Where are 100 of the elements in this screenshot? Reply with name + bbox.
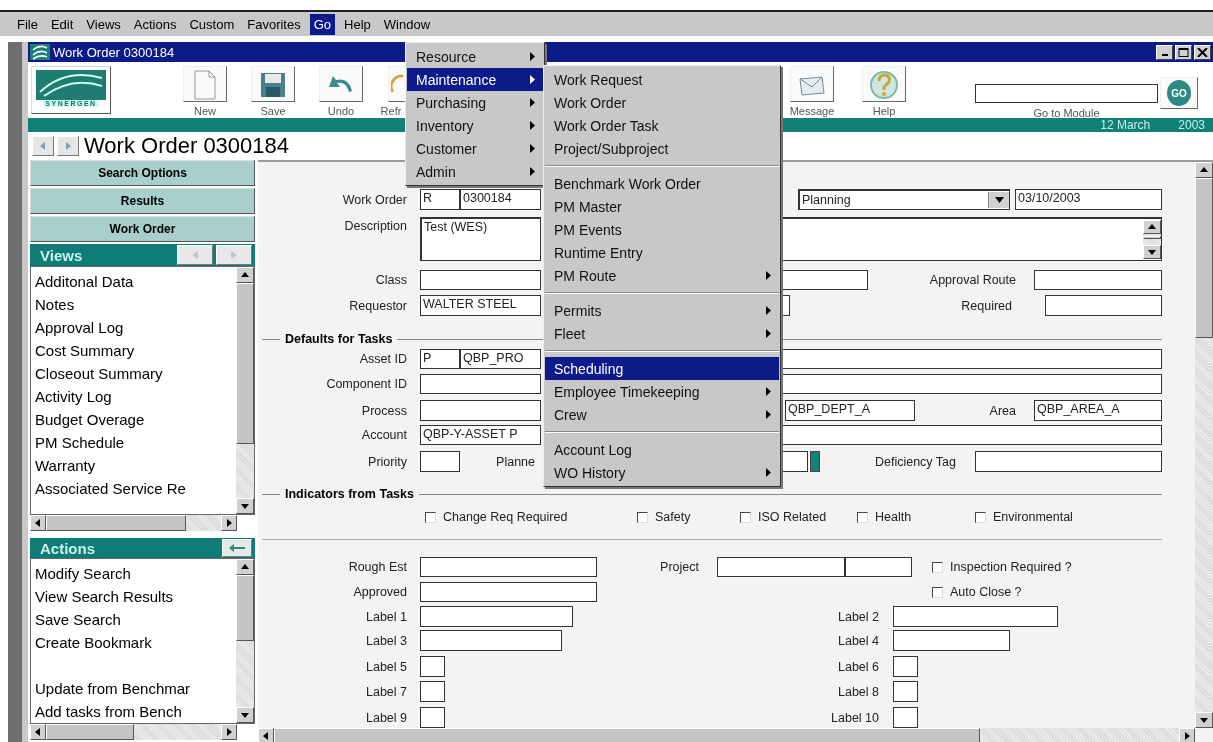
description-textarea[interactable]: Test (WES) — [420, 217, 541, 261]
menu-item[interactable]: Custom — [185, 13, 239, 35]
vertical-scrollbar[interactable] — [236, 267, 254, 514]
text-field[interactable] — [1034, 270, 1162, 290]
text-field[interactable] — [420, 374, 541, 394]
go-button[interactable]: GO — [1160, 77, 1198, 109]
view-item[interactable]: Additonal Data — [31, 270, 236, 293]
menu-item[interactable]: Runtime Entry — [545, 241, 779, 264]
collapse-button[interactable] — [222, 539, 252, 557]
text-field[interactable] — [420, 582, 597, 602]
menu-item[interactable]: Go — [309, 13, 336, 35]
maximize-button[interactable] — [1175, 44, 1192, 60]
checkbox[interactable] — [932, 586, 943, 598]
menu-item[interactable]: Edit — [46, 13, 78, 35]
vertical-scrollbar[interactable] — [1195, 162, 1213, 728]
text-field[interactable] — [420, 681, 445, 702]
view-item[interactable]: Budget Overage — [31, 408, 236, 431]
view-item[interactable]: Notes — [31, 293, 236, 316]
action-item[interactable]: Update from Benchmar — [31, 654, 236, 700]
close-button[interactable] — [1194, 44, 1211, 60]
menu-item[interactable]: Work Request — [545, 68, 779, 91]
text-field[interactable] — [893, 656, 918, 677]
menu-item[interactable]: Permits — [545, 299, 779, 322]
menu-item[interactable]: Project/Subproject — [545, 137, 779, 160]
text-field[interactable] — [893, 707, 918, 728]
checkbox[interactable] — [975, 511, 986, 523]
menu-item[interactable]: PM Route — [545, 264, 779, 287]
text-field[interactable] — [420, 656, 445, 677]
text-field[interactable] — [781, 349, 1162, 369]
text-field[interactable] — [717, 557, 845, 577]
text-field[interactable] — [420, 707, 445, 728]
text-field[interactable]: R — [420, 189, 460, 210]
text-field[interactable]: QBP_PRO — [460, 349, 541, 369]
view-item[interactable]: Closeout Summary — [31, 362, 236, 385]
menu-item[interactable]: Scheduling — [545, 357, 779, 380]
menu-item[interactable]: PM Master — [545, 195, 779, 218]
view-item[interactable]: Approval Log — [31, 316, 236, 339]
text-field[interactable] — [893, 606, 1058, 627]
vertical-scrollbar[interactable] — [1143, 220, 1161, 259]
horizontal-scrollbar[interactable] — [258, 728, 1195, 742]
text-field[interactable] — [781, 451, 808, 472]
menu-item[interactable]: Help — [340, 13, 375, 35]
checkbox[interactable] — [637, 511, 648, 523]
text-field[interactable] — [1045, 295, 1162, 316]
previous-button[interactable] — [32, 136, 54, 156]
menu-item[interactable]: Window — [379, 13, 435, 35]
menu-item[interactable]: Views — [82, 13, 125, 35]
view-item[interactable]: Associated Service Re — [31, 477, 236, 500]
nav-button[interactable]: Results — [30, 188, 255, 214]
horizontal-scrollbar[interactable] — [30, 724, 237, 740]
description-textarea[interactable] — [781, 217, 1162, 261]
checkbox[interactable] — [425, 511, 436, 523]
text-field[interactable] — [845, 557, 912, 577]
menu-item[interactable]: Inventory — [407, 114, 543, 137]
text-field[interactable] — [420, 557, 597, 577]
action-item[interactable]: Modify Search — [31, 562, 236, 585]
text-field[interactable] — [781, 374, 1162, 394]
text-field[interactable]: 0300184 — [460, 189, 541, 210]
action-item[interactable]: Create Bookmark — [31, 631, 236, 654]
nav-button[interactable]: Work Order — [30, 216, 255, 242]
menu-item[interactable]: Purchasing — [407, 91, 543, 114]
menu-item[interactable]: Work Order Task — [545, 114, 779, 137]
menu-item[interactable]: WO History — [545, 461, 779, 484]
menu-item[interactable]: Crew — [545, 403, 779, 426]
text-field[interactable] — [420, 630, 562, 651]
text-field[interactable] — [420, 451, 460, 472]
text-field[interactable] — [781, 425, 1162, 445]
checkbox[interactable] — [740, 511, 751, 523]
view-item[interactable]: Activity Log — [31, 385, 236, 408]
menu-item[interactable]: Resource — [407, 45, 543, 68]
text-field[interactable]: 03/10/2003 — [1015, 189, 1162, 210]
checkbox[interactable] — [857, 511, 868, 523]
menu-item[interactable]: Maintenance — [407, 68, 543, 91]
menu-item[interactable]: Customer — [407, 137, 543, 160]
view-item[interactable]: Warranty — [31, 454, 236, 477]
horizontal-scrollbar[interactable] — [30, 515, 237, 531]
action-item[interactable]: View Search Results — [31, 585, 236, 608]
menu-item[interactable]: PM Events — [545, 218, 779, 241]
text-field[interactable]: P — [420, 349, 460, 369]
vertical-scrollbar[interactable] — [236, 559, 254, 723]
menu-item[interactable]: Account Log — [545, 438, 779, 461]
checkbox[interactable] — [932, 561, 943, 573]
menu-item[interactable]: Admin — [407, 160, 543, 183]
text-field[interactable] — [420, 606, 573, 627]
action-item[interactable]: Save Search — [31, 608, 236, 631]
menu-item[interactable]: Work Order — [545, 91, 779, 114]
text-field[interactable]: QBP_DEPT_A — [785, 400, 915, 421]
view-item[interactable]: Cost Summary — [31, 339, 236, 362]
menu-item[interactable]: Employee Timekeeping — [545, 380, 779, 403]
text-field[interactable] — [781, 270, 868, 290]
menu-item[interactable]: Actions — [129, 13, 181, 35]
nav-button[interactable]: Search Options — [30, 160, 255, 186]
menu-item[interactable]: Favorites — [243, 13, 305, 35]
text-field[interactable] — [420, 400, 541, 421]
text-field[interactable] — [975, 451, 1162, 472]
text-field[interactable] — [420, 270, 541, 290]
module-field[interactable] — [975, 84, 1158, 103]
next-button[interactable] — [57, 136, 79, 156]
action-item[interactable]: Add tasks from Bench — [31, 700, 236, 723]
menu-item[interactable]: Fleet — [545, 322, 779, 345]
